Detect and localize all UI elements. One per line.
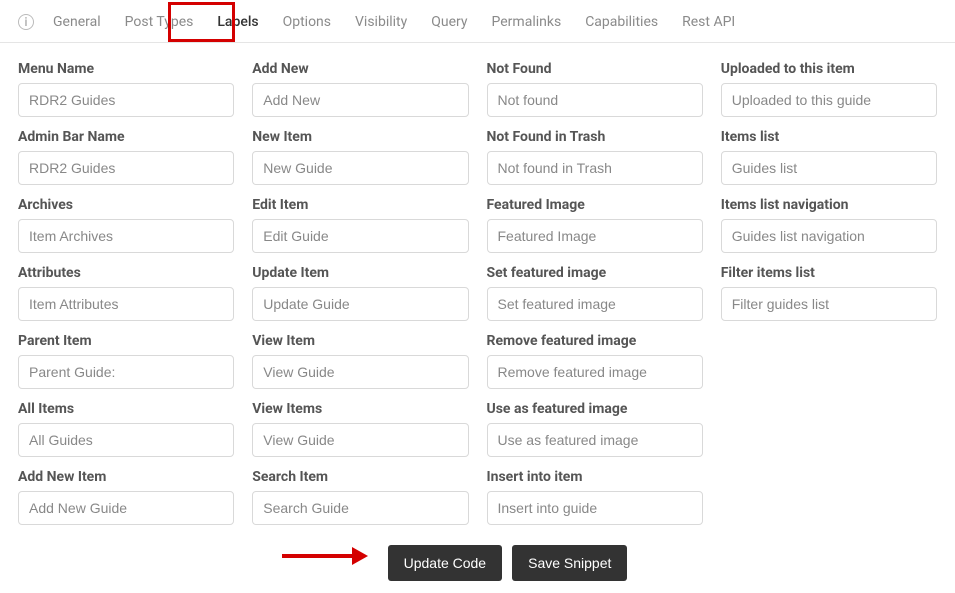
edit-item-label: Edit Item	[252, 197, 468, 213]
tab-labels[interactable]: Labels	[208, 8, 267, 36]
tab-rest-api[interactable]: Rest API	[673, 8, 744, 36]
update-item-label: Update Item	[252, 265, 468, 281]
tab-options[interactable]: Options	[274, 8, 340, 36]
column-1: Menu Name Admin Bar Name Archives Attrib…	[18, 61, 234, 537]
info-icon: i	[18, 14, 34, 30]
new-item-label: New Item	[252, 129, 468, 145]
view-item-label: View Item	[252, 333, 468, 349]
items-list-nav-label: Items list navigation	[721, 197, 937, 213]
menu-name-label: Menu Name	[18, 61, 234, 77]
insert-into-label: Insert into item	[487, 469, 703, 485]
insert-into-input[interactable]	[487, 491, 703, 525]
items-list-label: Items list	[721, 129, 937, 145]
not-found-trash-input[interactable]	[487, 151, 703, 185]
not-found-input[interactable]	[487, 83, 703, 117]
items-list-nav-input[interactable]	[721, 219, 937, 253]
menu-name-input[interactable]	[18, 83, 234, 117]
use-featured-input[interactable]	[487, 423, 703, 457]
tab-post-types[interactable]: Post Types	[116, 8, 203, 36]
featured-image-label: Featured Image	[487, 197, 703, 213]
not-found-label: Not Found	[487, 61, 703, 77]
use-featured-label: Use as featured image	[487, 401, 703, 417]
add-new-item-label: Add New Item	[18, 469, 234, 485]
tab-capabilities[interactable]: Capabilities	[576, 8, 667, 36]
attributes-input[interactable]	[18, 287, 234, 321]
all-items-label: All Items	[18, 401, 234, 417]
parent-item-input[interactable]	[18, 355, 234, 389]
tab-permalinks[interactable]: Permalinks	[483, 8, 571, 36]
tab-visibility[interactable]: Visibility	[346, 8, 416, 36]
uploaded-to-input[interactable]	[721, 83, 937, 117]
admin-bar-name-input[interactable]	[18, 151, 234, 185]
tab-query[interactable]: Query	[422, 8, 476, 36]
edit-item-input[interactable]	[252, 219, 468, 253]
add-new-item-input[interactable]	[18, 491, 234, 525]
column-3: Not Found Not Found in Trash Featured Im…	[487, 61, 703, 537]
search-item-input[interactable]	[252, 491, 468, 525]
labels-form: Menu Name Admin Bar Name Archives Attrib…	[0, 43, 955, 593]
filter-items-label: Filter items list	[721, 265, 937, 281]
tab-general[interactable]: General	[44, 8, 110, 36]
add-new-input[interactable]	[252, 83, 468, 117]
parent-item-label: Parent Item	[18, 333, 234, 349]
all-items-input[interactable]	[18, 423, 234, 457]
set-featured-label: Set featured image	[487, 265, 703, 281]
remove-featured-label: Remove featured image	[487, 333, 703, 349]
archives-input[interactable]	[18, 219, 234, 253]
tabs-bar: i General Post Types Labels Options Visi…	[0, 0, 955, 43]
remove-featured-input[interactable]	[487, 355, 703, 389]
column-4: Uploaded to this item Items list Items l…	[721, 61, 937, 537]
add-new-label: Add New	[252, 61, 468, 77]
update-item-input[interactable]	[252, 287, 468, 321]
view-items-label: View Items	[252, 401, 468, 417]
attributes-label: Attributes	[18, 265, 234, 281]
view-item-input[interactable]	[252, 355, 468, 389]
featured-image-input[interactable]	[487, 219, 703, 253]
not-found-trash-label: Not Found in Trash	[487, 129, 703, 145]
set-featured-input[interactable]	[487, 287, 703, 321]
column-2: Add New New Item Edit Item Update Item V…	[252, 61, 468, 537]
view-items-input[interactable]	[252, 423, 468, 457]
archives-label: Archives	[18, 197, 234, 213]
uploaded-to-label: Uploaded to this item	[721, 61, 937, 77]
search-item-label: Search Item	[252, 469, 468, 485]
filter-items-input[interactable]	[721, 287, 937, 321]
new-item-input[interactable]	[252, 151, 468, 185]
items-list-input[interactable]	[721, 151, 937, 185]
admin-bar-name-label: Admin Bar Name	[18, 129, 234, 145]
